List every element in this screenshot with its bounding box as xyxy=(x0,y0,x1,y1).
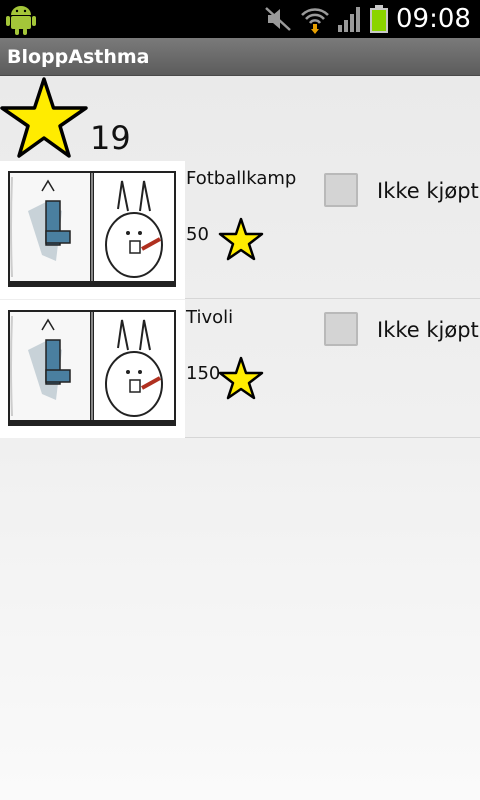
wifi-icon xyxy=(301,8,329,34)
star-icon xyxy=(218,217,264,261)
mute-icon xyxy=(265,7,291,31)
signal-icon xyxy=(338,7,360,32)
reward-name: Tivoli xyxy=(186,307,234,328)
purchase-status-label: Ikke kjøpt xyxy=(377,179,479,203)
reward-image xyxy=(0,161,185,299)
reward-price: 150 xyxy=(186,363,221,384)
list-item[interactable]: Fotballkamp 50 Ikke kjøpt xyxy=(0,161,480,299)
reward-image xyxy=(0,300,185,438)
score-value: 19 xyxy=(90,119,131,157)
battery-icon xyxy=(370,5,388,33)
status-clock: 09:08 xyxy=(396,4,471,34)
reward-name: Fotballkamp xyxy=(186,168,297,189)
star-icon xyxy=(218,356,264,400)
reward-price: 50 xyxy=(186,224,209,245)
status-bar: 09:08 xyxy=(0,0,480,38)
action-bar: BloppAsthma xyxy=(0,38,480,76)
app-title: BloppAsthma xyxy=(7,46,150,68)
asthma-book-icon xyxy=(8,171,176,287)
purchased-checkbox[interactable] xyxy=(324,173,358,207)
android-icon xyxy=(6,6,36,35)
star-icon xyxy=(0,77,88,158)
asthma-book-icon xyxy=(8,310,176,426)
purchase-status-label: Ikke kjøpt xyxy=(377,318,479,342)
list-item[interactable]: Tivoli 150 Ikke kjøpt xyxy=(0,300,480,438)
purchased-checkbox[interactable] xyxy=(324,312,358,346)
